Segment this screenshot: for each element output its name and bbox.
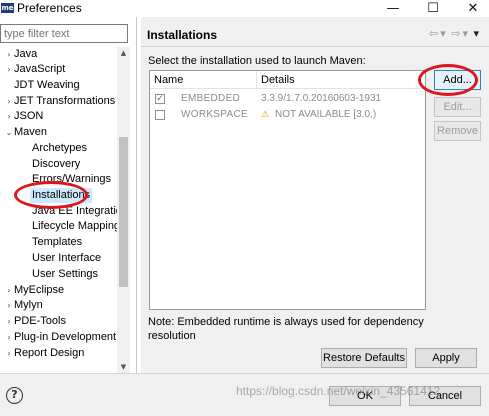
expand-arrow-icon[interactable]: › xyxy=(4,62,14,77)
expand-arrow-icon[interactable]: › xyxy=(4,94,14,109)
add-button[interactable]: Add... xyxy=(434,70,481,90)
forward-menu-icon[interactable]: ▾ xyxy=(462,27,468,40)
preference-tree: › Java › JavaScript JDT Weaving › JET Trans… xyxy=(0,47,117,373)
view-menu-icon[interactable]: ▾ xyxy=(473,27,479,40)
tree-item-label: Java xyxy=(14,48,38,60)
expand-arrow-icon[interactable]: › xyxy=(4,47,14,62)
filter-input[interactable] xyxy=(0,24,128,43)
installation-details: 3.3.9/1.7.0.20160603-1931 xyxy=(261,93,382,104)
tree-item-label: JET Transformations xyxy=(14,95,116,107)
tree-item-label: Templates xyxy=(32,236,83,248)
tree-item-label: Discovery xyxy=(32,158,81,170)
tree-item-jdt-weaving[interactable]: JDT Weaving xyxy=(4,78,80,93)
tree-item-myeclipse[interactable]: › MyEclipse xyxy=(4,283,64,298)
tree-item-mylyn[interactable]: › Mylyn xyxy=(4,298,43,313)
tree-item-user-interface[interactable]: User Interface xyxy=(32,251,101,266)
tree-item-jet-transformations[interactable]: › JET Transformations xyxy=(4,94,115,109)
tree-item-label: PDE-Tools xyxy=(14,315,66,327)
back-arrow-icon[interactable]: ⇦ xyxy=(429,27,438,40)
collapse-arrow-icon[interactable]: ⌄ xyxy=(4,125,14,140)
scrollbar-thumb[interactable] xyxy=(119,137,128,287)
title-bar: me Preferences — ☐ ✕ xyxy=(0,0,489,17)
app-logo-icon: me xyxy=(1,3,14,13)
tree-item-archetypes[interactable]: Archetypes xyxy=(32,141,87,156)
preference-page: Installations ⇦ ▾ ⇨ ▾ ▾ Select the install… xyxy=(141,17,489,373)
edit-button[interactable]: Edit... xyxy=(434,97,481,117)
page-header: Installations ⇦ ▾ ⇨ ▾ ▾ xyxy=(141,24,483,46)
tree-item-plug-in-development[interactable]: › Plug-in Development xyxy=(4,330,116,345)
header-divider xyxy=(141,46,489,47)
expand-arrow-icon[interactable]: › xyxy=(4,314,14,329)
installations-table: Name Details ✓ EMBEDDED 3.3.9/1.7.0.2016… xyxy=(149,70,426,310)
expand-arrow-icon[interactable]: › xyxy=(4,298,14,313)
tree-item-label: Report Design xyxy=(14,347,85,359)
forward-arrow-icon[interactable]: ⇨ xyxy=(451,27,460,40)
scroll-up-arrow-icon[interactable]: ▲ xyxy=(117,47,130,59)
warning-icon: ⚠ xyxy=(261,110,270,120)
installation-checkbox[interactable] xyxy=(155,110,165,120)
expand-arrow-icon[interactable]: › xyxy=(4,330,14,345)
tree-item-installations[interactable]: Installations xyxy=(30,188,93,203)
column-header-details[interactable]: Details xyxy=(257,71,425,89)
page-title: Installations xyxy=(147,28,218,42)
tree-item-label: Java EE Integration xyxy=(32,205,117,217)
back-menu-icon[interactable]: ▾ xyxy=(440,27,446,40)
tree-item-label: Errors/Warnings xyxy=(32,173,112,185)
tree-item-label: Lifecycle Mapping xyxy=(32,220,117,232)
tree-item-java-ee-integration[interactable]: Java EE Integration xyxy=(32,204,117,219)
note-text: Note: Embedded runtime is always used fo… xyxy=(148,316,424,342)
maximize-button[interactable]: ☐ xyxy=(421,0,445,17)
apply-button[interactable]: Apply xyxy=(415,348,477,368)
preference-sidebar: ›Java ›JavaScript JDT Weaving ›JET Trans… xyxy=(0,17,131,373)
tree-item-report-design[interactable]: › Report Design xyxy=(4,346,84,361)
column-header-name[interactable]: Name xyxy=(150,71,257,89)
expand-arrow-icon[interactable]: › xyxy=(4,283,14,298)
tree-item-label: User Settings xyxy=(32,268,99,280)
table-row[interactable]: ✓ EMBEDDED 3.3.9/1.7.0.20160603-1931 xyxy=(150,91,425,107)
installation-name: WORKSPACE xyxy=(181,109,248,120)
tree-item-label: JavaScript xyxy=(14,63,66,75)
close-button[interactable]: ✕ xyxy=(461,0,485,17)
tree-item-label: JDT Weaving xyxy=(14,79,80,91)
tree-item-label: Archetypes xyxy=(32,142,88,154)
expand-arrow-icon[interactable]: › xyxy=(4,346,14,361)
tree-item-label: Mylyn xyxy=(14,299,43,311)
tree-item-javascript[interactable]: › JavaScript xyxy=(4,62,65,77)
tree-item-label: JSON xyxy=(14,110,44,122)
tree-item-label: MyEclipse xyxy=(14,284,65,296)
installation-details-cell: ⚠ NOT AVAILABLE [3.0,) xyxy=(261,107,376,123)
table-header: Name Details xyxy=(150,71,425,89)
tree-item-label: Maven xyxy=(14,126,48,138)
tree-item-pde-tools[interactable]: › PDE-Tools xyxy=(4,314,66,329)
tree-item-maven[interactable]: ⌄ Maven xyxy=(4,125,47,140)
sidebar-scrollbar[interactable]: ▲ ▼ xyxy=(117,47,130,373)
page-navigation: ⇦ ▾ ⇨ ▾ ▾ xyxy=(427,27,479,40)
table-row[interactable]: WORKSPACE ⚠ NOT AVAILABLE [3.0,) xyxy=(150,107,425,123)
minimize-button[interactable]: — xyxy=(381,0,405,17)
installation-name: EMBEDDED xyxy=(181,93,241,104)
tree-item-templates[interactable]: Templates xyxy=(32,235,82,250)
tree-item-user-settings[interactable]: User Settings xyxy=(32,267,98,282)
tree-item-label: Plug-in Development xyxy=(14,331,117,343)
remove-button[interactable]: Remove xyxy=(434,121,481,141)
scroll-down-arrow-icon[interactable]: ▼ xyxy=(117,361,130,373)
restore-defaults-button[interactable]: Restore Defaults xyxy=(321,348,407,368)
expand-arrow-icon[interactable]: › xyxy=(4,109,14,124)
tree-item-json[interactable]: › JSON xyxy=(4,109,43,124)
installation-details: NOT AVAILABLE [3.0,) xyxy=(275,109,377,120)
pane-divider[interactable] xyxy=(136,17,137,373)
tree-item-label: Installations xyxy=(32,189,91,201)
tree-item-errors-warnings[interactable]: Errors/Warnings xyxy=(32,172,111,187)
help-icon[interactable]: ? xyxy=(6,387,23,404)
tree-item-java[interactable]: › Java xyxy=(4,47,37,62)
tree-item-label: User Interface xyxy=(32,252,102,264)
installation-checkbox[interactable]: ✓ xyxy=(155,94,165,104)
window-title: Preferences xyxy=(17,1,82,15)
instruction-label: Select the installation used to launch M… xyxy=(148,55,366,67)
watermark-text: https://blog.csdn.net/weixin_43561412 xyxy=(236,384,441,398)
tree-item-discovery[interactable]: Discovery xyxy=(32,157,80,172)
tree-item-lifecycle-mapping[interactable]: Lifecycle Mapping xyxy=(32,219,117,234)
